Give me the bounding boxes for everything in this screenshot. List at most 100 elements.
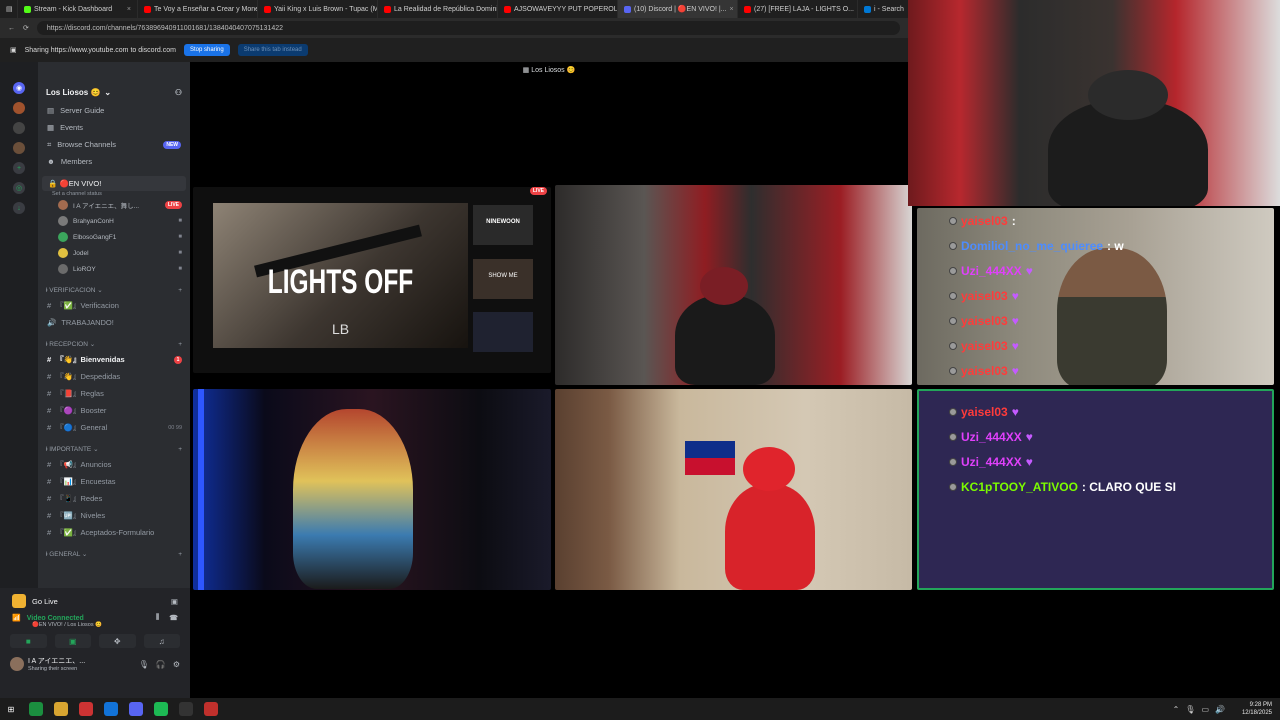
microphone-icon[interactable]: 🎙 — [139, 660, 149, 669]
camera-button[interactable]: ■ — [10, 634, 47, 648]
voice-user[interactable]: LioROY ■ — [38, 261, 190, 277]
server-nav-item[interactable]: ▦ Events — [38, 119, 190, 136]
server-icon[interactable] — [13, 102, 25, 114]
chat-overlay-tile[interactable]: yaisel03 ♥ Uzi_444XX ♥ Uzi_444XX ♥ KC1pTOOY_AT… — [917, 389, 1274, 590]
back-icon[interactable]: ← — [8, 25, 15, 32]
channel-item[interactable]: # 『📊』Encuestas — [38, 473, 190, 490]
folder-icon[interactable] — [54, 702, 68, 716]
server-icon[interactable] — [13, 142, 25, 154]
category-header[interactable]: ⱡ GENERAL ⌄ + — [38, 547, 190, 561]
app-icon[interactable] — [29, 702, 43, 716]
reload-icon[interactable]: ⟳ — [23, 24, 29, 32]
category-header[interactable]: ⱡ VERIFICACION ⌄ + — [38, 283, 190, 297]
channel-name: 『📕』Reglas — [56, 389, 104, 398]
voice-user[interactable]: ElbosoGangF1 ■ — [38, 229, 190, 245]
server-nav-item[interactable]: ⌗ Browse Channels NEW — [38, 136, 190, 153]
activities-button[interactable]: ✥ — [99, 634, 136, 648]
channel-item[interactable]: # 『👋』Bienvenidas 1 — [38, 351, 190, 368]
webcam-chat-tile[interactable]: yaisel03: Domiliol_no_me_quieree: w Uzi_44… — [917, 208, 1274, 385]
clock[interactable]: 9:28 PM 12/18/2025 — [1242, 701, 1276, 717]
headphones-icon[interactable]: 🎧 — [156, 660, 166, 669]
webcam-tile[interactable] — [555, 389, 912, 590]
server-icon[interactable] — [13, 122, 25, 134]
start-icon[interactable]: ⊞ — [4, 702, 18, 716]
stream-settings-icon[interactable]: ▣ — [171, 597, 178, 606]
video-logo-text: LB — [331, 321, 350, 337]
emote-icon: ♥ — [1011, 404, 1019, 419]
browser-tab[interactable]: (27) [FREE] LAJA - LIGHTS O...× — [738, 0, 858, 18]
noise-suppression-icon[interactable]: ⫼ — [156, 614, 159, 622]
chevron-up-icon[interactable]: ⌃ — [1173, 705, 1180, 714]
channel-item[interactable]: # 『📱』Redes — [38, 490, 190, 507]
app-icon[interactable] — [179, 702, 193, 716]
obs-icon[interactable] — [204, 702, 218, 716]
channel-item[interactable]: # 『✅』Verificacion — [38, 297, 190, 314]
add-server-icon[interactable]: + — [13, 162, 25, 174]
browser-tab[interactable]: (10) Discord | 🔴EN VIVO! |... × — [618, 0, 738, 18]
spotify-icon[interactable] — [154, 702, 168, 716]
address-bar: ← ⟳ https://discord.com/channels/7638969… — [0, 18, 908, 38]
channel-item[interactable]: # 『📕』Reglas — [38, 385, 190, 402]
channel-item[interactable]: # 『✅』Aceptados-Formulario — [38, 524, 190, 541]
category-header[interactable]: ⱡ RECEPCION ⌄ + — [38, 337, 190, 351]
app-icon[interactable] — [79, 702, 93, 716]
channel-item[interactable]: # 『📢』Anuncios — [38, 456, 190, 473]
webcam-tile[interactable] — [193, 389, 551, 590]
chat-username: yaisel03 — [961, 338, 1008, 353]
mic-icon[interactable]: 🎙 — [1185, 705, 1195, 714]
discord-icon[interactable] — [129, 702, 143, 716]
browser-tab[interactable]: Stream - Kick Dashboard × — [18, 0, 138, 18]
soundboard-button[interactable]: ♫ — [143, 634, 180, 648]
voice-user[interactable]: BrahyanConH ■ — [38, 213, 190, 229]
download-icon[interactable]: ↓ — [13, 202, 25, 214]
channel-item[interactable]: 🔊 TRABAJANDO! — [38, 314, 190, 331]
channel-item[interactable]: # 『🔵』General 00 99 — [38, 419, 190, 436]
add-channel-icon[interactable]: + — [178, 341, 182, 348]
discover-icon[interactable]: ◎ — [13, 182, 25, 194]
channel-item[interactable]: # 『🟣』Booster — [38, 402, 190, 419]
network-icon[interactable]: ▭ — [1201, 705, 1209, 714]
url-field[interactable]: https://discord.com/channels/76389694091… — [36, 21, 900, 35]
channel-item[interactable]: # 『🆙』Niveles — [38, 507, 190, 524]
chat-overlay: yaisel03: Domiliol_no_me_quieree: w Uzi_44… — [949, 208, 1124, 383]
tab-title: Te Voy a Enseñar a Crear y Monet... — [154, 5, 258, 13]
voice-channel-live[interactable]: 🔒 🔴EN VIVO! — [42, 176, 186, 191]
browser-icon[interactable] — [104, 702, 118, 716]
category-header[interactable]: ⱡ IMPORTANTE ⌄ + — [38, 442, 190, 456]
discord-home-icon[interactable]: ◉ — [13, 82, 25, 94]
volume-icon[interactable]: 🔊 — [1215, 705, 1225, 714]
add-channel-icon[interactable]: + — [178, 446, 182, 453]
avatar[interactable] — [10, 657, 24, 671]
screen-share-tile[interactable]: LIGHTS OFF LB NINEWOON SHOW ME LIVE — [193, 187, 551, 373]
settings-gear-icon[interactable]: ⚙ — [173, 660, 180, 669]
tab-title: (10) Discord | 🔴EN VIVO! |... — [634, 6, 727, 13]
server-nav-item[interactable]: ☻ Members — [38, 153, 190, 170]
voice-user[interactable]: Jodel ■ — [38, 245, 190, 261]
browser-menu-icon[interactable]: ▤ — [0, 0, 18, 18]
chat-message: Uzi_444XX ♥ — [949, 424, 1272, 449]
chat-username: Uzi_444XX — [961, 263, 1022, 278]
voice-user[interactable]: I A アイエニエ、舞し... LIVE — [38, 197, 190, 213]
invite-icon[interactable]: ⚇ — [175, 88, 182, 97]
browser-tab[interactable]: Te Voy a Enseñar a Crear y Monet...× — [138, 0, 258, 18]
browser-tab[interactable]: Yaii King x Luis Brown - Tupac (M...× — [258, 0, 378, 18]
add-channel-icon[interactable]: + — [178, 287, 182, 294]
close-icon[interactable]: × — [127, 6, 131, 13]
go-live-row[interactable]: Go Live ▣ — [0, 588, 190, 614]
channel-item[interactable]: # 『👋』Despedidas — [38, 368, 190, 385]
server-header[interactable]: Los Liosos 😊 ⌄ ⚇ — [38, 82, 190, 102]
user-info[interactable]: I A アイエニエ、... Sharing their screen — [28, 656, 85, 672]
taskbar: ⊞ ⌃ 🎙 ▭ 🔊 9:28 PM 12/18/2025 — [0, 698, 1280, 720]
server-nav-item[interactable]: ▤ Server Guide — [38, 102, 190, 119]
hashtag-icon: # — [47, 511, 52, 520]
share-this-tab-button[interactable]: Share this tab instead — [237, 44, 308, 56]
close-icon[interactable]: × — [729, 6, 733, 13]
disconnect-icon[interactable]: ☎ — [169, 614, 178, 622]
stop-sharing-button[interactable]: Stop sharing — [183, 44, 230, 56]
add-channel-icon[interactable]: + — [178, 551, 182, 558]
screen-share-button[interactable]: ▣ — [54, 634, 91, 648]
book-icon: ▤ — [47, 106, 55, 115]
webcam-tile[interactable] — [555, 185, 912, 385]
browser-tab[interactable]: AJSOWAVEYYY PUT POPEROLIN...× — [498, 0, 618, 18]
browser-tab[interactable]: La Realidad de República Domini...× — [378, 0, 498, 18]
